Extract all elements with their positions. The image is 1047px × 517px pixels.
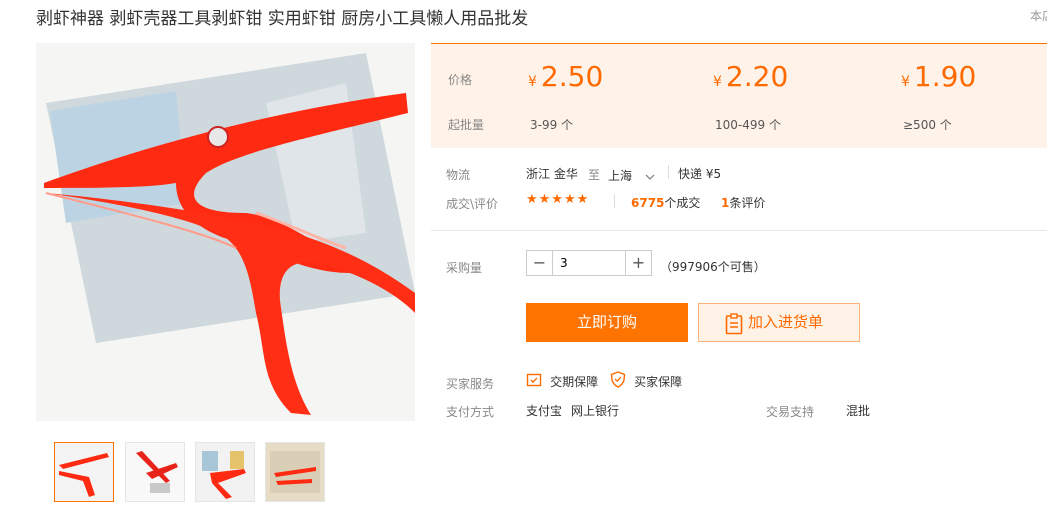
payment-method-online-bank: 网上银行 [571,404,620,418]
origin-location: 浙江 金华 [526,167,578,181]
trade-support-value: 混批 [846,404,871,418]
price-value: 2.20 [725,60,789,93]
moq-label: 起批量 [448,118,485,132]
sold-count: 6775 [631,196,665,210]
review-suffix: 条评价 [729,196,766,210]
price-tier-1: ¥2.50 [528,60,603,93]
currency-symbol: ¥ [528,74,537,90]
delivery-guarantee-icon [526,372,542,392]
quantity-input[interactable] [554,251,636,275]
store-link[interactable]: 本店 [1030,7,1047,24]
buy-now-button[interactable]: 立即订购 [526,303,688,342]
service-delivery-guarantee[interactable]: 交期保障 [526,371,598,392]
add-to-cart-label: 加入进货单 [748,313,824,331]
thumbnail-4[interactable] [265,442,325,502]
divider [614,194,615,208]
service-label: 买家保障 [634,375,683,389]
destination-select[interactable]: 上海 [608,165,655,185]
moq-range-1: 3-99 个 [530,118,574,132]
product-title: 剥虾神器 剥虾壳器工具剥虾钳 实用虾钳 厨房小工具懒人用品批发 [36,9,529,29]
price-label: 价格 [448,73,473,87]
thumbnail-1[interactable] [54,442,114,502]
thumbnail-3[interactable] [195,442,255,502]
sold-suffix: 个成交 [664,196,701,210]
rating-stars: ★★★★★ [526,192,590,207]
clipboard-icon [725,312,743,349]
trade-support-label: 交易支持 [766,405,815,419]
quantity-stepper: − + [526,250,652,276]
quantity-decrease-button[interactable]: − [527,251,553,275]
price-value: 1.90 [913,60,977,93]
shipping-fee: 快递 ¥5 [678,167,722,181]
services-label: 买家服务 [446,377,495,391]
to-label: 至 [588,168,601,182]
payment-method-alipay: 支付宝 [526,404,563,418]
currency-symbol: ¥ [713,74,722,90]
service-buyer-protection[interactable]: 买家保障 [610,371,682,392]
price-tier-2: ¥2.20 [713,60,788,93]
section-divider [431,230,1047,231]
chevron-down-icon [645,166,655,185]
moq-range-2: 100-499 个 [715,118,781,132]
service-label: 交期保障 [550,375,599,389]
review-stat[interactable]: 1条评价 [721,194,765,211]
main-product-image [36,43,415,421]
shield-icon [610,371,626,392]
moq-range-3: ≥500 个 [903,118,952,132]
currency-symbol: ¥ [901,74,910,90]
add-to-cart-button[interactable]: 加入进货单 [698,303,860,342]
quantity-increase-button[interactable]: + [625,251,651,275]
logistics-label: 物流 [446,168,471,182]
sold-stat[interactable]: 6775个成交 [631,194,700,211]
price-value: 2.50 [540,60,604,93]
destination-value: 上海 [608,169,633,183]
quantity-label: 采购量 [446,261,483,275]
payment-label: 支付方式 [446,405,495,419]
deals-label: 成交\评价 [446,197,499,211]
thumbnail-2[interactable] [125,442,185,502]
divider [668,165,669,179]
stock-available: （997906个可售） [660,260,766,274]
price-tier-3: ¥1.90 [901,60,976,93]
